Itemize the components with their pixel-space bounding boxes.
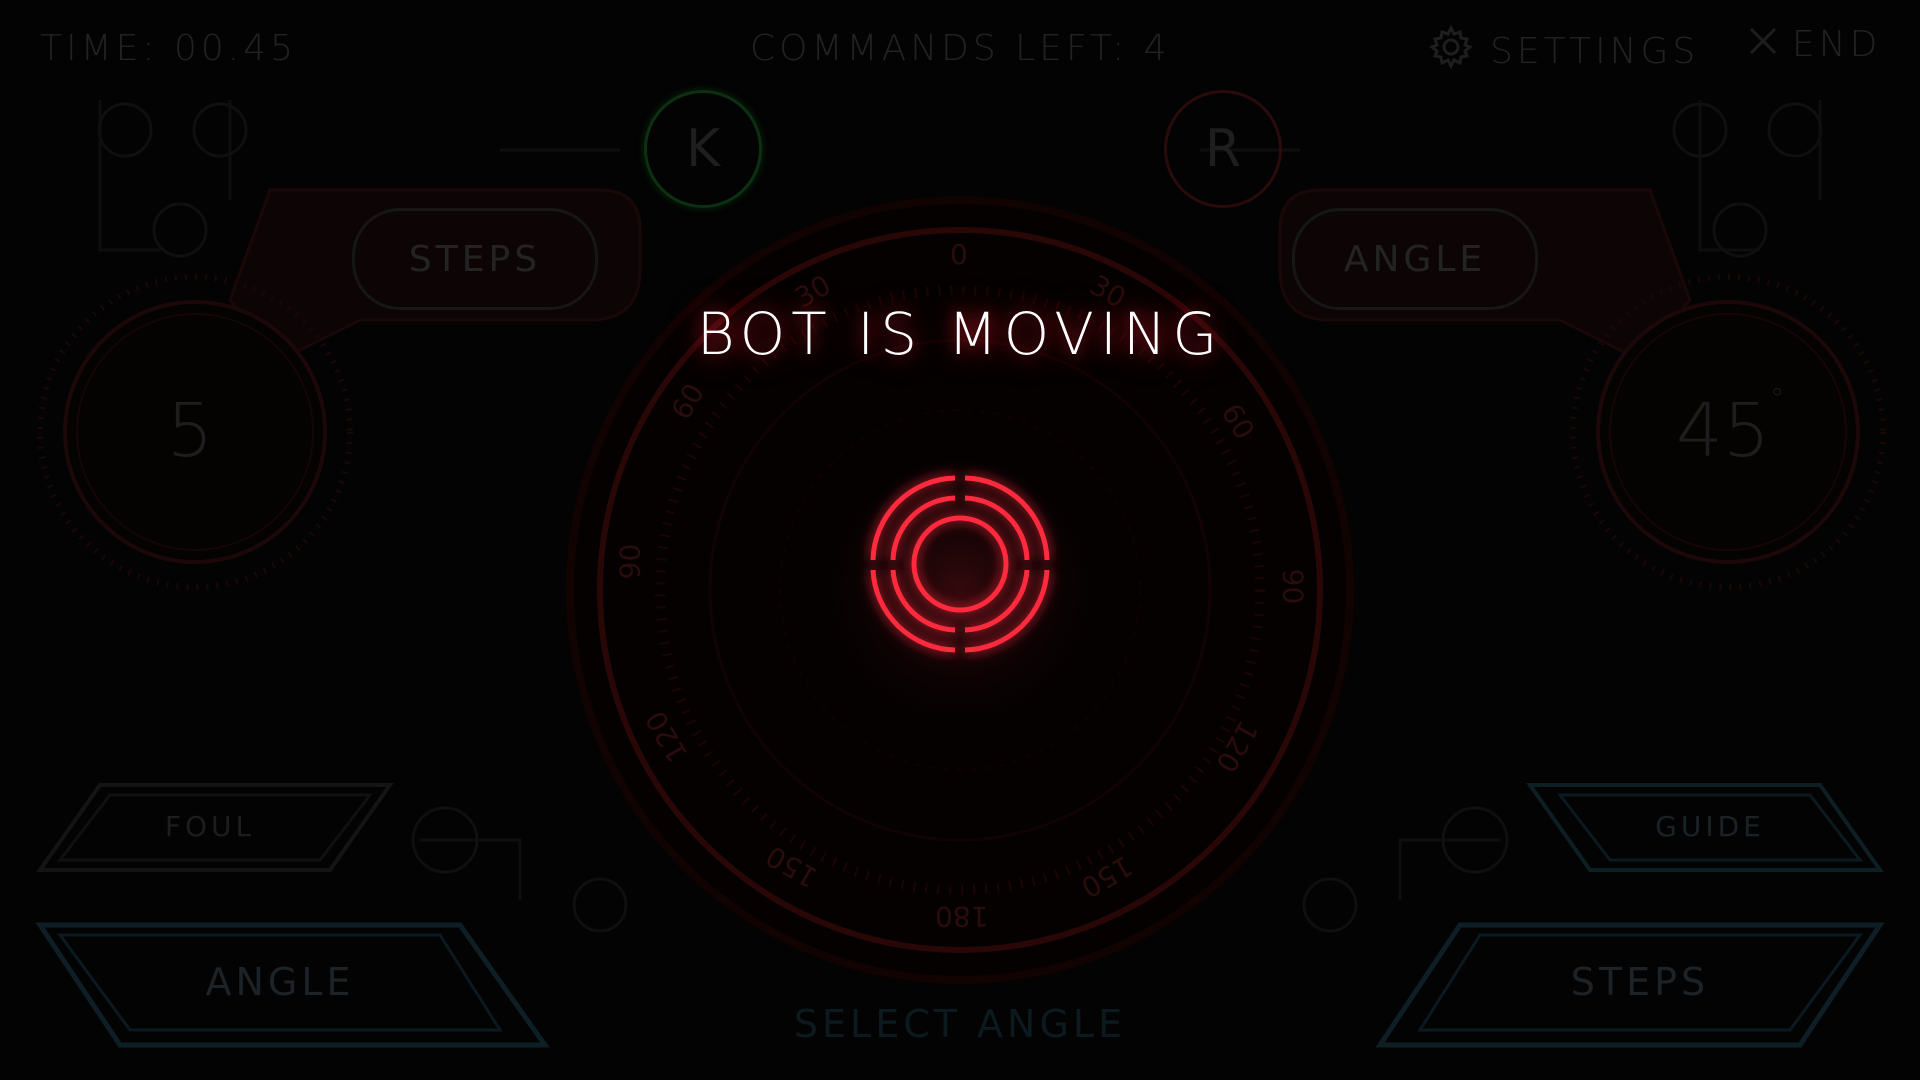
steps-button[interactable]: STEPS <box>1510 960 1770 1004</box>
dial-tick-90-right: 90 <box>1276 568 1310 605</box>
foul-button[interactable]: FOUL <box>120 810 300 843</box>
dial-tick-90-left: 90 <box>613 543 647 580</box>
angle-pill: ANGLE <box>1292 208 1538 310</box>
dial-tick-180: 180 <box>935 900 989 933</box>
settings-button[interactable]: SETTINGS <box>1428 24 1699 79</box>
player-badge-r: R <box>1164 90 1282 208</box>
angle-button[interactable]: ANGLE <box>150 960 410 1004</box>
degree-symbol: ° <box>1770 382 1785 415</box>
dial-tick-0: 0 <box>950 238 968 271</box>
steps-value: 5 <box>166 388 214 474</box>
end-button[interactable]: END <box>1748 24 1881 65</box>
gear-icon <box>1428 24 1474 79</box>
steps-pill: STEPS <box>352 208 598 310</box>
close-icon <box>1748 24 1778 65</box>
player-badge-k: K <box>644 90 762 208</box>
settings-label: SETTINGS <box>1490 31 1700 72</box>
end-label: END <box>1792 24 1882 65</box>
select-angle-label: SELECT ANGLE <box>793 1002 1127 1046</box>
commands-left-display: COMMANDS LEFT: 4 <box>750 28 1171 69</box>
status-overlay-title: BOT IS MOVING <box>696 300 1224 368</box>
angle-number: 45 <box>1675 388 1771 474</box>
angle-value: 45° <box>1650 382 1810 474</box>
guide-button[interactable]: GUIDE <box>1620 810 1800 843</box>
time-display: TIME: 00.45 <box>40 28 298 69</box>
